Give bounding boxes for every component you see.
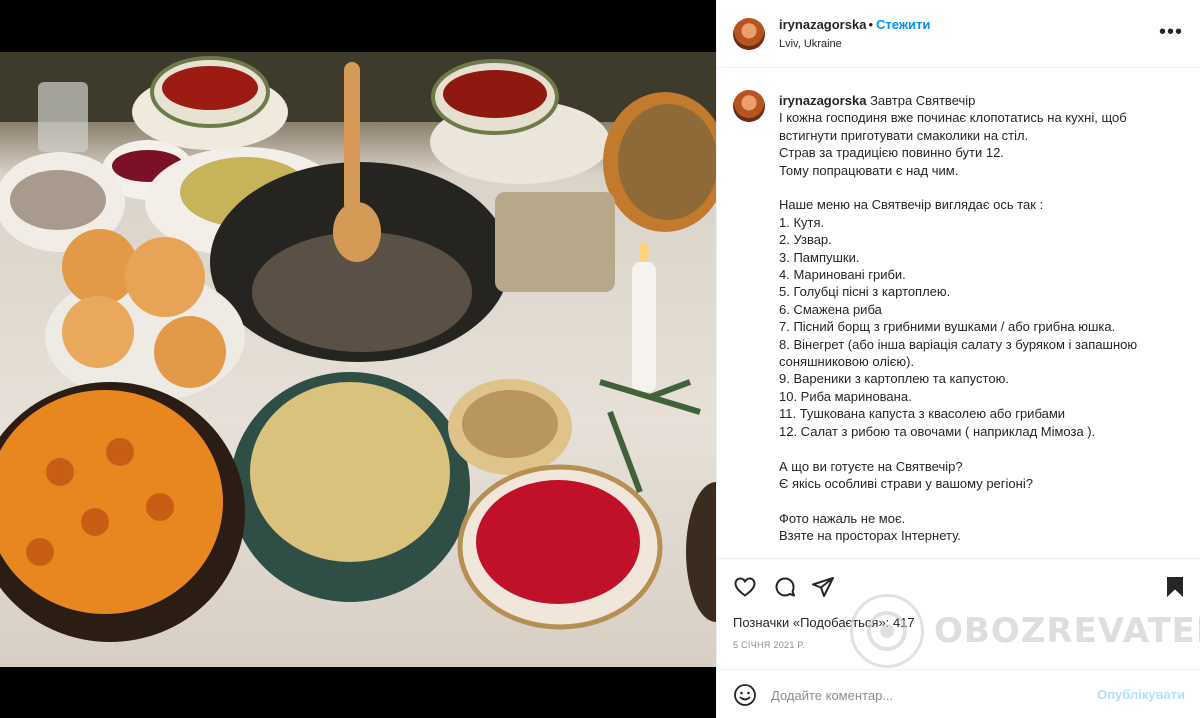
caption-first-line: irynazagorska Завтра Святвечір bbox=[779, 92, 1179, 109]
wooden-spoon-handle bbox=[344, 62, 360, 212]
obozrevatel-logo bbox=[850, 594, 924, 668]
caption-title: Завтра Святвечір bbox=[870, 93, 976, 108]
caption-gap bbox=[779, 492, 1179, 509]
menu-item: 12. Салат з рибою та овочами ( наприклад… bbox=[779, 423, 1096, 439]
cake-decor bbox=[106, 438, 134, 466]
caption-line: встигнути приготувати смаколики на стіл. bbox=[779, 127, 1029, 143]
candle bbox=[632, 262, 656, 392]
pampushka bbox=[125, 237, 205, 317]
borscht-top-right bbox=[443, 70, 547, 118]
caption-text: irynazagorska Завтра Святвечір І кожна г… bbox=[779, 92, 1179, 545]
menu-item: 7. Пісний борщ з грибними вушками / або … bbox=[779, 319, 1116, 335]
menu-heading: Наше меню на Святвечір виглядає ось так … bbox=[779, 197, 1044, 213]
caption-footer: Взяте на просторах Інтернету. bbox=[779, 528, 961, 544]
post-photo[interactable] bbox=[0, 52, 716, 667]
caption-line: Тому попрацювати є над чим. bbox=[779, 162, 959, 178]
photo-pane bbox=[0, 0, 716, 718]
caption-footer: Фото нажаль не моє. bbox=[779, 510, 906, 526]
watermark-text: OBOZREVATEL bbox=[934, 611, 1200, 651]
caption-gap bbox=[779, 440, 1179, 457]
emoji-icon[interactable] bbox=[733, 683, 757, 707]
pampushka bbox=[62, 296, 134, 368]
avatar[interactable] bbox=[733, 18, 765, 50]
cake-decor bbox=[81, 508, 109, 536]
menu-item: 1. Кутя. bbox=[779, 214, 825, 230]
menu-item: 8. Вінегрет (або інша варіація салату з … bbox=[779, 336, 1138, 370]
caption-gap bbox=[779, 179, 1179, 196]
food-table-illustration bbox=[0, 52, 716, 642]
like-heart-icon[interactable] bbox=[733, 575, 757, 599]
caption-line: І кожна господиня вже починає клопотатис… bbox=[779, 110, 1127, 126]
menu-item: 10. Риба маринована. bbox=[779, 388, 912, 404]
caption-line: Страв за традицією повинно бути 12. bbox=[779, 145, 1004, 161]
bread-slices bbox=[495, 192, 615, 292]
cake-decor bbox=[46, 458, 74, 486]
caption-avatar[interactable] bbox=[733, 90, 765, 122]
marinated-fish bbox=[10, 170, 106, 230]
caption-block: irynazagorska Завтра Святвечір І кожна г… bbox=[717, 68, 1200, 558]
logo-mark bbox=[867, 611, 907, 651]
menu-item: 6. Смажена риба bbox=[779, 301, 882, 317]
varenyky bbox=[250, 382, 450, 562]
comment-bar: Опублікувати bbox=[717, 669, 1200, 718]
caption-question: Є якісь особливі страви у вашому регіоні… bbox=[779, 475, 1033, 491]
comment-bubble-icon[interactable] bbox=[773, 575, 797, 599]
vinegret bbox=[476, 480, 640, 604]
menu-item: 9. Вареники з картоплею та капустою. bbox=[779, 371, 1009, 387]
fir-branch bbox=[599, 379, 701, 494]
candle-flame bbox=[639, 242, 649, 262]
menu-item: 5. Голубці пісні з картоплею. bbox=[779, 284, 951, 300]
caption-username[interactable]: irynazagorska bbox=[779, 93, 866, 108]
menu-item: 4. Мариновані гриби. bbox=[779, 267, 906, 283]
publish-button[interactable]: Опублікувати bbox=[1097, 687, 1185, 702]
header-username[interactable]: irynazagorska bbox=[779, 17, 866, 32]
menu-item: 11. Тушкована капуста з квасолею або гри… bbox=[779, 406, 1066, 422]
cake-decor bbox=[146, 493, 174, 521]
edge-bowl bbox=[686, 482, 716, 622]
grains bbox=[462, 390, 558, 458]
menu-item: 3. Пампушки. bbox=[779, 249, 860, 265]
wooden-spoon-bowl bbox=[333, 202, 381, 262]
post-date[interactable]: 5 СІЧНЯ 2021 Р. bbox=[733, 640, 805, 650]
post-header: irynazagorska • Стежити Lviv, Ukraine ••• bbox=[717, 0, 1200, 68]
borscht-top-left bbox=[162, 66, 258, 110]
header-user-line: irynazagorska • Стежити bbox=[779, 17, 930, 32]
share-send-icon[interactable] bbox=[811, 575, 835, 599]
more-options-icon[interactable]: ••• bbox=[1159, 22, 1183, 42]
separator-dot: • bbox=[868, 17, 873, 32]
pampushka bbox=[154, 316, 226, 388]
caption-question: А що ви готуєте на Святвечір? bbox=[779, 458, 963, 474]
follow-button[interactable]: Стежити bbox=[876, 17, 930, 32]
obozrevatel-watermark: OBOZREVATEL bbox=[850, 594, 1200, 668]
mushrooms bbox=[618, 104, 716, 220]
instagram-post-window: irynazagorska • Стежити Lviv, Ukraine ••• … bbox=[0, 0, 1200, 718]
menu-item: 2. Узвар. bbox=[779, 232, 832, 248]
cake-decor bbox=[26, 538, 54, 566]
location-link[interactable]: Lviv, Ukraine bbox=[779, 38, 842, 50]
comment-input[interactable] bbox=[771, 684, 1071, 706]
glass bbox=[38, 82, 88, 152]
